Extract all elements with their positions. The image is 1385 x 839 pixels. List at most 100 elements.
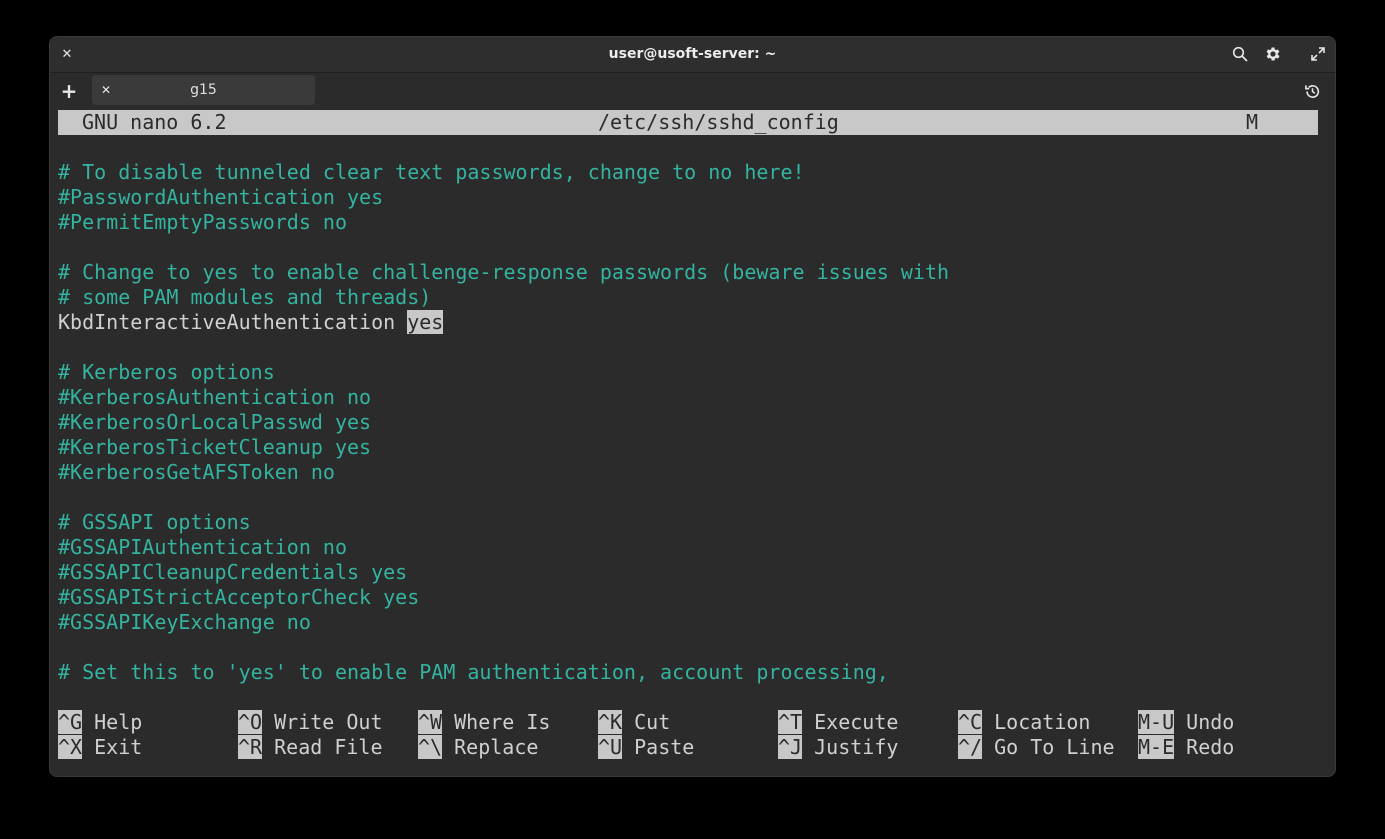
close-icon: ✕	[100, 83, 112, 97]
shortcut-key: ^C	[958, 710, 983, 734]
terminal-window: ✕ user@usoft-server: ~ + g15 ✕ GNU nano …	[50, 37, 1335, 776]
shortcut-read-file: ^R Read File	[238, 735, 383, 760]
tab-label: g15	[190, 82, 217, 98]
shortcut-label: Location	[982, 710, 1091, 734]
shortcut-label: Execute	[802, 710, 899, 734]
shortcut-cut: ^K Cut	[598, 710, 670, 735]
nano-filename: /etc/ssh/sshd_config	[598, 110, 839, 134]
shortcut-paste: ^U Paste	[598, 735, 694, 760]
shortcut-execute: ^T Execute	[778, 710, 898, 735]
shortcut-label: Exit	[82, 735, 143, 759]
shortcut-key: M-U	[1138, 710, 1175, 734]
shortcut-label: Redo	[1174, 735, 1235, 759]
shortcut-label: Go To Line	[982, 735, 1115, 759]
shortcut-write-out: ^O Write Out	[238, 710, 383, 735]
terminal-content[interactable]: GNU nano 6.2 /etc/ssh/sshd_config M # To…	[58, 110, 1318, 770]
window-title: user@usoft-server: ~	[608, 46, 777, 62]
comment-line: # Change to yes to enable challenge-resp…	[58, 260, 949, 285]
nano-header: GNU nano 6.2 /etc/ssh/sshd_config M	[58, 110, 1318, 135]
search-button[interactable]	[1228, 42, 1252, 66]
comment-line: #GSSAPIStrictAcceptorCheck yes	[58, 585, 419, 610]
line-text: # Change to yes to enable challenge-resp…	[58, 260, 950, 284]
comment-line: #PermitEmptyPasswords no	[58, 210, 347, 235]
comment-line: #GSSAPIKeyExchange no	[58, 610, 311, 635]
line-text: #GSSAPIStrictAcceptorCheck yes	[58, 585, 420, 609]
plus-icon: +	[60, 79, 78, 103]
comment-line: #PasswordAuthentication yes	[58, 185, 383, 210]
comment-line: #GSSAPIAuthentication no	[58, 535, 347, 560]
shortcut-key: ^\	[418, 735, 443, 759]
shortcut-label: Justify	[802, 735, 899, 759]
shortcut-label: Undo	[1174, 710, 1235, 734]
new-tab-button[interactable]: +	[57, 79, 81, 103]
history-button[interactable]	[1300, 79, 1324, 103]
shortcut-exit: ^X Exit	[58, 735, 142, 760]
shortcut-replace: ^\ Replace	[418, 735, 538, 760]
tab-g15[interactable]: g15 ✕	[92, 75, 315, 105]
line-text: #GSSAPIKeyExchange no	[58, 610, 311, 634]
title-bar: ✕ user@usoft-server: ~	[50, 37, 1335, 73]
shortcut-location: ^C Location	[958, 710, 1090, 735]
line-text: #KerberosAuthentication no	[58, 385, 372, 409]
shortcut-key: ^J	[778, 735, 803, 759]
shortcut-help: ^G Help	[58, 710, 142, 735]
line-text: KbdInteractiveAuthentication	[58, 310, 408, 334]
shortcut-key: ^/	[958, 735, 983, 759]
shortcut-where-is: ^W Where Is	[418, 710, 550, 735]
comment-line: # Kerberos options	[58, 360, 275, 385]
line-text: # GSSAPI options	[58, 510, 251, 534]
shortcut-key: ^U	[598, 735, 623, 759]
shortcut-go-to-line: ^/ Go To Line	[958, 735, 1115, 760]
line-text: #KerberosOrLocalPasswd yes	[58, 410, 372, 434]
comment-line: # GSSAPI options	[58, 510, 251, 535]
settings-button[interactable]	[1261, 42, 1285, 66]
comment-line: # Set this to 'yes' to enable PAM authen…	[58, 660, 889, 685]
line-text: #KerberosTicketCleanup yes	[58, 435, 372, 459]
shortcut-redo: M-E Redo	[1138, 735, 1234, 760]
gear-icon	[1266, 47, 1280, 61]
nano-version: GNU nano 6.2	[82, 110, 227, 134]
comment-line: #KerberosGetAFSToken no	[58, 460, 335, 485]
expand-icon	[1311, 47, 1325, 61]
comment-line: #GSSAPICleanupCredentials yes	[58, 560, 407, 585]
shortcut-key: ^X	[58, 735, 83, 759]
shortcut-label: Where Is	[442, 710, 551, 734]
line-text: #PasswordAuthentication yes	[58, 185, 384, 209]
shortcut-label: Help	[82, 710, 143, 734]
line-text: # some PAM modules and threads)	[58, 285, 432, 309]
line-text: # Set this to 'yes' to enable PAM authen…	[58, 660, 889, 684]
shortcut-key: ^K	[598, 710, 623, 734]
shortcut-key: ^G	[58, 710, 83, 734]
line-text: #PermitEmptyPasswords no	[58, 210, 347, 234]
fullscreen-button[interactable]	[1306, 42, 1330, 66]
shortcut-key: ^T	[778, 710, 803, 734]
selected-text: yes	[407, 310, 444, 334]
shortcut-key: ^O	[238, 710, 263, 734]
line-text: # Kerberos options	[58, 360, 275, 384]
line-text: #GSSAPIAuthentication no	[58, 535, 347, 559]
comment-line: #KerberosOrLocalPasswd yes	[58, 410, 371, 435]
shortcut-justify: ^J Justify	[778, 735, 898, 760]
shortcut-label: Read File	[262, 735, 383, 759]
search-icon	[1232, 46, 1248, 62]
shortcut-label: Replace	[442, 735, 539, 759]
tab-bar: + g15 ✕	[50, 73, 1335, 109]
history-icon	[1304, 84, 1319, 98]
comment-line: # some PAM modules and threads)	[58, 285, 431, 310]
shortcut-label: Paste	[622, 735, 695, 759]
shortcut-label: Cut	[622, 710, 671, 734]
line-text: #KerberosGetAFSToken no	[58, 460, 335, 484]
shortcut-key: M-E	[1138, 735, 1175, 759]
tab-close-button[interactable]: ✕	[94, 78, 118, 102]
modified-indicator: M	[1246, 110, 1259, 134]
shortcut-key: ^R	[238, 735, 263, 759]
comment-line: # To disable tunneled clear text passwor…	[58, 160, 805, 185]
line-text: # To disable tunneled clear text passwor…	[58, 160, 805, 184]
config-line: KbdInteractiveAuthentication yes	[58, 310, 444, 335]
comment-line: #KerberosTicketCleanup yes	[58, 435, 371, 460]
line-text: #GSSAPICleanupCredentials yes	[58, 560, 408, 584]
shortcut-undo: M-U Undo	[1138, 710, 1234, 735]
comment-line: #KerberosAuthentication no	[58, 385, 371, 410]
shortcut-key: ^W	[418, 710, 443, 734]
shortcut-label: Write Out	[262, 710, 383, 734]
